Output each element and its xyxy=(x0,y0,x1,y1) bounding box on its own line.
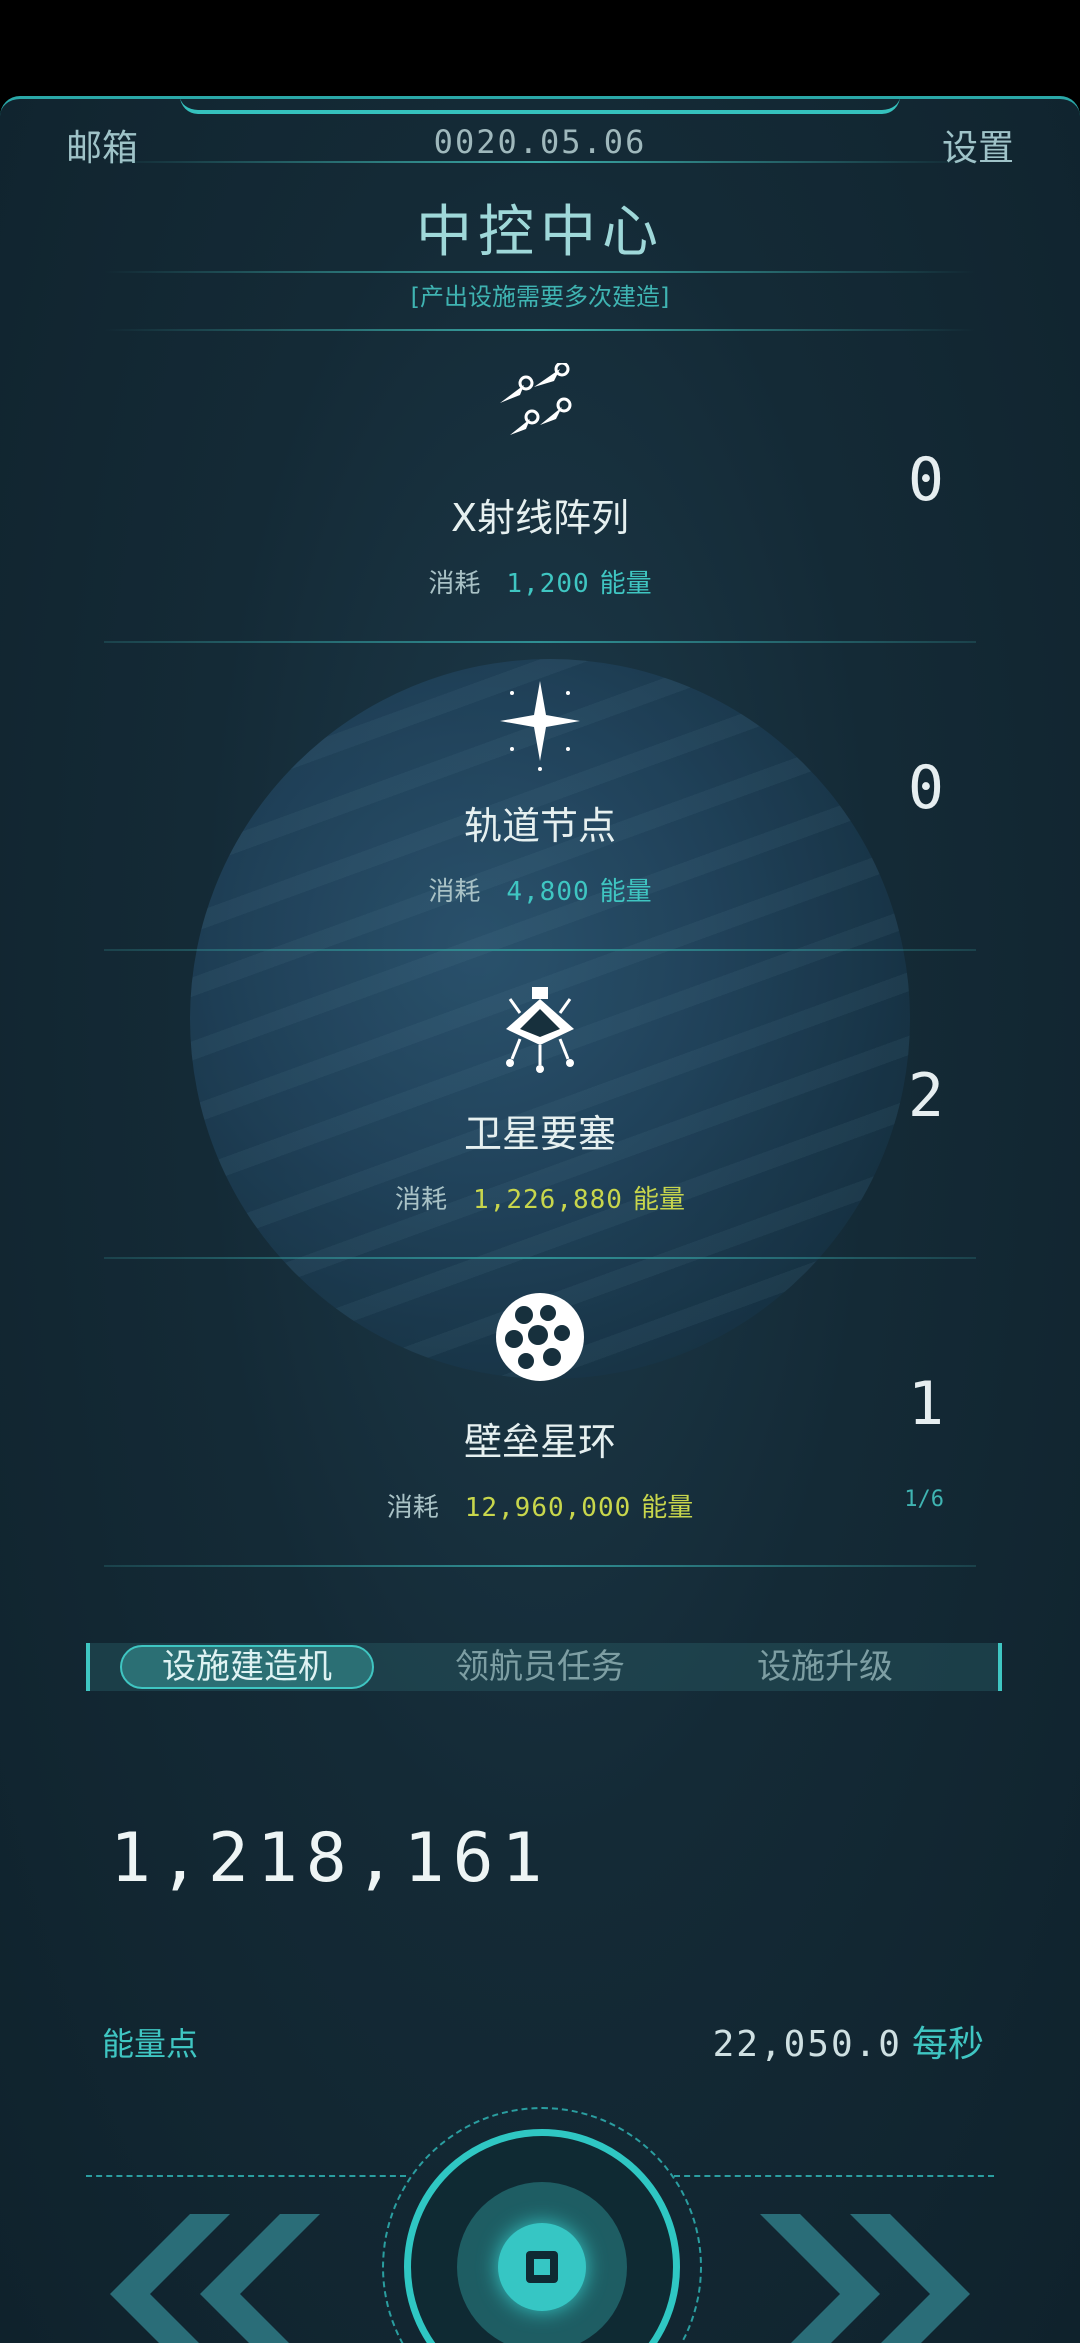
facility-count: 0 xyxy=(907,753,944,823)
divider xyxy=(104,271,976,273)
game-date: 0020.05.06 xyxy=(433,123,647,161)
core-square-icon xyxy=(526,2251,558,2283)
cost-unit: 能量 xyxy=(599,877,652,907)
page-title: 中控中心 xyxy=(416,200,664,265)
tab-facility-builder[interactable]: 设施建造机 xyxy=(120,1645,374,1689)
facility-cost: 消耗 1,226,880 能量 xyxy=(0,1179,1080,1216)
cost-unit: 能量 xyxy=(632,1185,685,1215)
cost-value: 4,800 xyxy=(506,877,590,907)
energy-rate: 22,050.0 每秒 xyxy=(713,2015,984,2067)
dashed-line xyxy=(86,2175,406,2177)
facility-count: 2 xyxy=(907,1061,944,1131)
cost-label: 消耗 xyxy=(386,1493,439,1523)
cost-value: 1,200 xyxy=(506,569,590,599)
facility-orbit-node[interactable]: 轨道节点 消耗 4,800 能量 0 xyxy=(0,643,1080,951)
bastion-ring-icon xyxy=(490,1287,590,1387)
cost-value: 12,960,000 xyxy=(464,1493,632,1523)
cost-label: 消耗 xyxy=(395,1185,448,1215)
cost-label: 消耗 xyxy=(428,569,481,599)
energy-label: 能量点 xyxy=(102,2025,199,2063)
satellite-fortress-icon xyxy=(490,979,590,1079)
xray-array-icon xyxy=(490,361,590,463)
previous-button[interactable] xyxy=(100,2209,330,2343)
core-center xyxy=(498,2223,586,2311)
double-chevron-right-icon xyxy=(760,2214,970,2343)
page-subtitle: [产出设施需要多次建造] xyxy=(410,283,670,311)
facility-progress: 1/6 xyxy=(904,1487,944,1512)
divider xyxy=(104,1565,976,1567)
facility-cost: 消耗 4,800 能量 xyxy=(0,871,1080,908)
divider xyxy=(104,161,976,163)
divider xyxy=(104,329,976,331)
energy-total: 1,218,161 xyxy=(110,1819,551,1898)
cost-unit: 能量 xyxy=(599,569,652,599)
energy-rate-value: 22,050.0 xyxy=(712,2024,902,2065)
tab-bar: 设施建造机 领航员任务 设施升级 xyxy=(86,1643,1002,1691)
frame-top-accent xyxy=(180,99,900,114)
game-frame: 邮箱 0020.05.06 设置 中控中心 [产出设施需要多次建造] X射线阵列… xyxy=(0,96,1080,2343)
energy-rate-unit: 每秒 xyxy=(911,2024,984,2065)
cost-unit: 能量 xyxy=(641,1493,694,1523)
double-chevron-left-icon xyxy=(110,2214,320,2343)
settings-button[interactable]: 设置 xyxy=(942,119,1014,171)
facility-satellite-fortress[interactable]: 卫星要塞 消耗 1,226,880 能量 2 xyxy=(0,951,1080,1259)
next-button[interactable] xyxy=(750,2209,980,2343)
facility-xray-array[interactable]: X射线阵列 消耗 1,200 能量 0 xyxy=(0,335,1080,643)
tab-navigator-missions[interactable]: 领航员任务 xyxy=(420,1643,660,1691)
tab-facility-upgrade[interactable]: 设施升级 xyxy=(710,1643,940,1691)
facility-count: 0 xyxy=(907,445,944,515)
cost-value: 1,226,880 xyxy=(473,1185,623,1215)
cost-label: 消耗 xyxy=(428,877,481,907)
facility-bastion-ring[interactable]: 壁垒星环 消耗 12,960,000 能量 1 1/6 xyxy=(0,1259,1080,1567)
facility-cost: 消耗 1,200 能量 xyxy=(0,563,1080,600)
dashed-line xyxy=(674,2175,994,2177)
facility-count: 1 xyxy=(907,1369,944,1439)
orbit-node-icon xyxy=(490,671,590,771)
